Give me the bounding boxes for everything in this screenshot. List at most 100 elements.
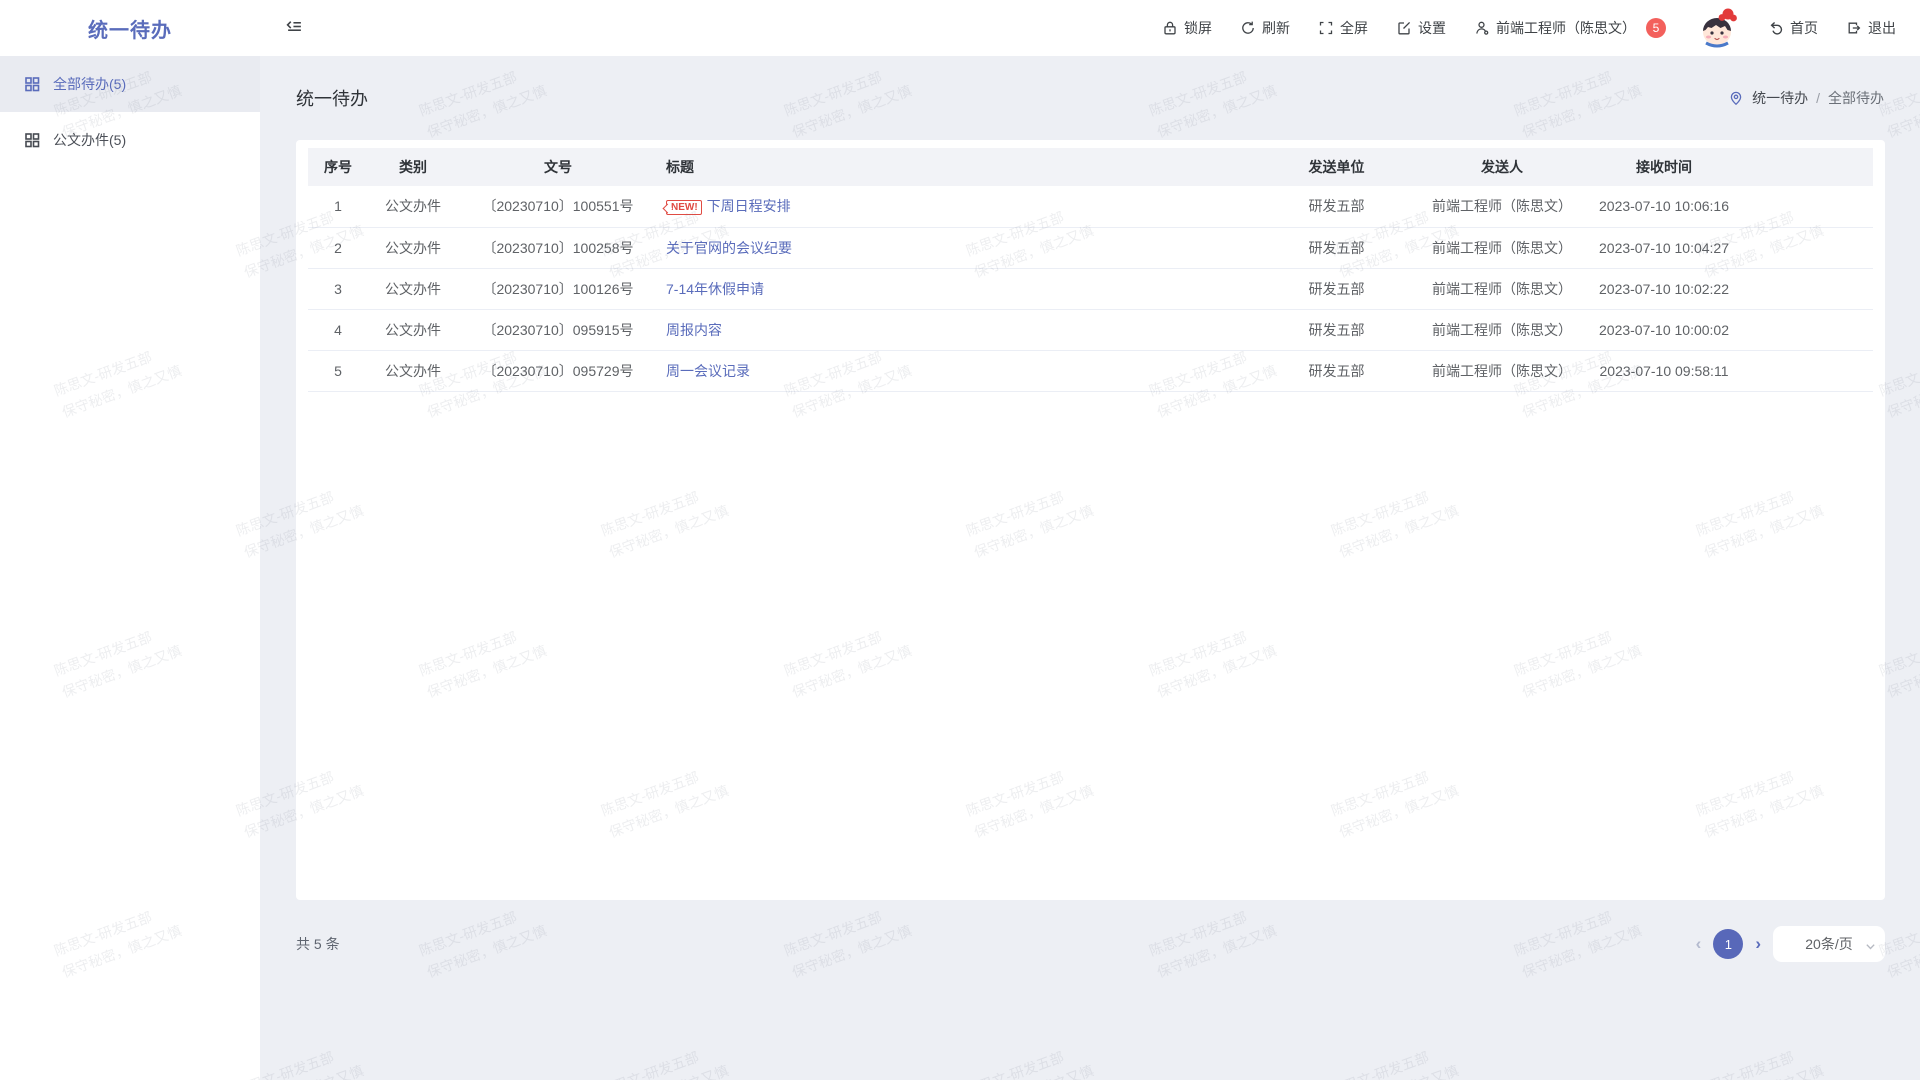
col-header-no: 序号 (308, 148, 368, 186)
grid-icon (24, 132, 40, 148)
cell-doc-no: 〔20230710〕100551号 (458, 186, 658, 227)
avatar[interactable] (1694, 5, 1740, 51)
cell-title: 周报内容 (658, 309, 1254, 350)
cell-no: 1 (308, 186, 368, 227)
cell-title: NEW! 下周日程安排 (658, 186, 1254, 227)
cell-sender: 前端工程师（陈思文） (1419, 268, 1585, 309)
pagination-controls: ‹ 1 › 20条/页 (1696, 926, 1885, 962)
sidebar-item-label: 公文办件(5) (53, 130, 126, 150)
lock-icon (1162, 20, 1178, 36)
cell-doc-no: 〔20230710〕100258号 (458, 227, 658, 268)
logout-label: 退出 (1868, 18, 1896, 38)
header-actions: 锁屏 刷新 全屏 (1162, 5, 1920, 51)
cell-category: 公文办件 (368, 309, 458, 350)
col-header-category: 类别 (368, 148, 458, 186)
grid-icon (24, 76, 40, 92)
cell-title: 7-14年休假申请 (658, 268, 1254, 309)
cell-time: 2023-07-10 10:02:22 (1585, 268, 1743, 309)
cell-no: 3 (308, 268, 368, 309)
total-count: 共 5 条 (296, 934, 340, 954)
refresh-icon (1240, 20, 1256, 36)
refresh-button[interactable]: 刷新 (1240, 18, 1290, 38)
cell-time: 2023-07-10 10:06:16 (1585, 186, 1743, 227)
breadcrumb-item-root[interactable]: 统一待办 (1752, 88, 1808, 108)
table-header-row: 序号 类别 文号 标题 发送单位 发送人 接收时间 (308, 148, 1873, 186)
doc-title-link[interactable]: 关于官网的会议纪要 (666, 240, 792, 256)
location-pin-icon (1728, 90, 1744, 106)
cell-title: 周一会议记录 (658, 350, 1254, 391)
chevron-down-icon (1865, 939, 1876, 955)
col-header-time: 接收时间 (1585, 148, 1743, 186)
todo-count-badge: 5 (1646, 18, 1666, 38)
cell-org: 研发五部 (1254, 309, 1419, 350)
todo-table-card: 序号 类别 文号 标题 发送单位 发送人 接收时间 1 公文办件 〔202307… (296, 140, 1885, 900)
main-content: 统一待办 统一待办 / 全部待办 序号 类别 (260, 56, 1920, 1080)
cell-sender: 前端工程师（陈思文） (1419, 350, 1585, 391)
cell-time: 2023-07-10 10:04:27 (1585, 227, 1743, 268)
col-header-org: 发送单位 (1254, 148, 1419, 186)
new-badge: NEW! (666, 200, 702, 215)
breadcrumb-item-current: 全部待办 (1828, 88, 1884, 108)
undo-home-icon (1768, 20, 1784, 36)
sidebar-collapse-button[interactable] (286, 18, 303, 38)
user-menu[interactable]: 前端工程师（陈思文） 5 (1474, 18, 1666, 38)
page-header: 统一待办 统一待办 / 全部待办 (260, 56, 1920, 140)
cell-no: 4 (308, 309, 368, 350)
cell-time: 2023-07-10 09:58:11 (1585, 350, 1743, 391)
settings-label: 设置 (1418, 18, 1446, 38)
home-button[interactable]: 首页 (1768, 18, 1818, 38)
home-label: 首页 (1790, 18, 1818, 38)
page-title: 统一待办 (296, 85, 368, 111)
col-header-sender: 发送人 (1419, 148, 1585, 186)
doc-title-link[interactable]: 下周日程安排 (707, 198, 791, 214)
cell-sender: 前端工程师（陈思文） (1419, 186, 1585, 227)
cell-sender: 前端工程师（陈思文） (1419, 309, 1585, 350)
doc-title-link[interactable]: 周一会议记录 (666, 363, 750, 379)
cell-doc-no: 〔20230710〕095915号 (458, 309, 658, 350)
cell-org: 研发五部 (1254, 186, 1419, 227)
logout-button[interactable]: 退出 (1846, 18, 1896, 38)
fullscreen-icon (1318, 20, 1334, 36)
sidebar-item-label: 全部待办(5) (53, 74, 126, 94)
breadcrumb-separator: / (1816, 90, 1820, 106)
page-size-value: 20条/页 (1805, 934, 1852, 954)
page-number-button[interactable]: 1 (1713, 929, 1743, 959)
logout-icon (1846, 20, 1862, 36)
sidebar-item-official-docs[interactable]: 公文办件(5) (0, 112, 260, 168)
col-header-title: 标题 (658, 148, 1254, 186)
cell-doc-no: 〔20230710〕095729号 (458, 350, 658, 391)
cell-category: 公文办件 (368, 227, 458, 268)
table-row: 4 公文办件 〔20230710〕095915号 周报内容 研发五部 前端工程师… (308, 309, 1873, 350)
prev-page-button[interactable]: ‹ (1696, 929, 1702, 959)
cell-category: 公文办件 (368, 350, 458, 391)
cell-org: 研发五部 (1254, 227, 1419, 268)
doc-title-link[interactable]: 7-14年休假申请 (666, 281, 764, 297)
doc-title-link[interactable]: 周报内容 (666, 322, 722, 338)
table-row: 1 公文办件 〔20230710〕100551号 NEW! 下周日程安排 研发五部… (308, 186, 1873, 227)
table-row: 5 公文办件 〔20230710〕095729号 周一会议记录 研发五部 前端工… (308, 350, 1873, 391)
cell-category: 公文办件 (368, 268, 458, 309)
settings-button[interactable]: 设置 (1396, 18, 1446, 38)
cell-doc-no: 〔20230710〕100126号 (458, 268, 658, 309)
breadcrumb: 统一待办 / 全部待办 (1728, 88, 1884, 108)
cell-org: 研发五部 (1254, 268, 1419, 309)
cell-no: 2 (308, 227, 368, 268)
fullscreen-button[interactable]: 全屏 (1318, 18, 1368, 38)
col-header-spacer (1743, 148, 1873, 186)
cell-time: 2023-07-10 10:00:02 (1585, 309, 1743, 350)
app-header: 统一待办 锁屏 (0, 0, 1920, 56)
cell-category: 公文办件 (368, 186, 458, 227)
cell-title: 关于官网的会议纪要 (658, 227, 1254, 268)
page-size-select[interactable]: 20条/页 (1773, 926, 1885, 962)
sidebar-item-all-todo[interactable]: 全部待办(5) (0, 56, 260, 112)
table-row: 3 公文办件 〔20230710〕100126号 7-14年休假申请 研发五部 … (308, 268, 1873, 309)
fullscreen-label: 全屏 (1340, 18, 1368, 38)
user-icon (1474, 20, 1490, 36)
refresh-label: 刷新 (1262, 18, 1290, 38)
pagination-bar: 共 5 条 ‹ 1 › 20条/页 (296, 926, 1885, 962)
next-page-button[interactable]: › (1755, 929, 1761, 959)
todo-table: 序号 类别 文号 标题 发送单位 发送人 接收时间 1 公文办件 〔202307… (308, 148, 1873, 392)
user-name-label: 前端工程师（陈思文） (1496, 18, 1636, 38)
cell-org: 研发五部 (1254, 350, 1419, 391)
lock-screen-button[interactable]: 锁屏 (1162, 18, 1212, 38)
